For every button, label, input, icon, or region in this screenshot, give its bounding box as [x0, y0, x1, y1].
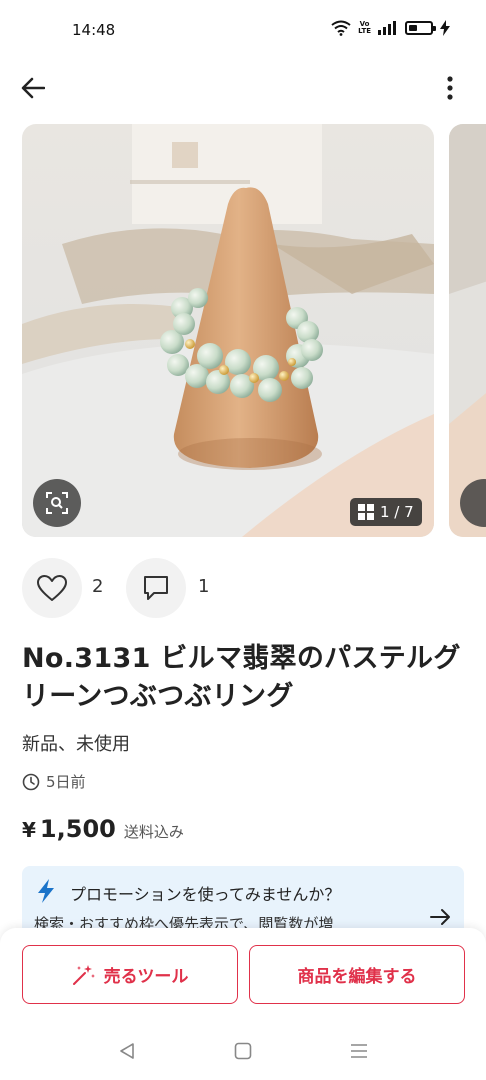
- item-title: No.3131 ビルマ翡翠のパステルグリーンつぶつぶリング: [22, 643, 461, 712]
- more-vertical-icon: [447, 76, 453, 100]
- heart-icon: [37, 575, 67, 601]
- image-search-button[interactable]: [33, 479, 81, 527]
- status-icons: Vo LTE: [331, 20, 450, 36]
- status-time: 14:48: [72, 21, 116, 39]
- sell-tools-label: 売るツール: [103, 967, 189, 987]
- arrow-left-icon: [21, 77, 45, 99]
- price-value: 1,500: [39, 815, 116, 843]
- item-condition: 新品、未使用: [22, 734, 130, 755]
- triangle-back-icon: [120, 1043, 134, 1059]
- grid-icon: [358, 504, 374, 520]
- charging-icon: [440, 20, 450, 36]
- like-button[interactable]: [22, 558, 82, 618]
- image-search-icon: [46, 492, 68, 514]
- more-options-button[interactable]: [432, 70, 468, 106]
- battery-icon: [405, 21, 436, 35]
- product-photo[interactable]: [22, 124, 434, 537]
- like-count: 2: [92, 576, 104, 597]
- photo-counter: 1 / 7: [350, 498, 422, 526]
- sell-tools-button[interactable]: 売るツール: [22, 945, 238, 1004]
- wifi-icon: [331, 20, 351, 36]
- system-menu-button[interactable]: [346, 1038, 372, 1064]
- bolt-icon: [38, 879, 54, 903]
- shipping-label: 送料込み: [123, 823, 184, 841]
- menu-lines-icon: [351, 1044, 367, 1058]
- arrow-right-icon[interactable]: [430, 908, 452, 926]
- system-home-button[interactable]: [230, 1038, 256, 1064]
- comment-count: 1: [198, 576, 210, 597]
- back-button[interactable]: [14, 70, 52, 106]
- price-row: ¥ 1,500 送料込み: [22, 815, 184, 843]
- volte-icon: Vo LTE: [358, 20, 371, 35]
- bottom-action-bar: 売るツール 商品を編集する: [0, 928, 486, 1016]
- square-home-icon: [234, 1042, 252, 1060]
- posted-time-text: 5日前: [46, 773, 86, 791]
- photo-carousel[interactable]: [0, 124, 486, 537]
- system-back-button[interactable]: [114, 1038, 140, 1064]
- posted-time: 5日前: [22, 771, 86, 792]
- promotion-banner[interactable]: プロモーションを使ってみませんか？ 検索・おすすめ枠へ優先表示で、閲覧数が増: [22, 866, 464, 936]
- signal-icon: [378, 21, 396, 35]
- item-actions: 2 1: [22, 558, 322, 618]
- comment-icon: [144, 576, 168, 600]
- sparkle-wand-icon: [72, 964, 95, 985]
- system-navigation-bar: [0, 1016, 486, 1080]
- comment-button[interactable]: [126, 558, 186, 618]
- status-bar: 14:48 Vo LTE: [0, 0, 486, 62]
- next-photo-preview[interactable]: [449, 124, 486, 537]
- clock-icon: [22, 773, 40, 790]
- photo-counter-text: 1 / 7: [380, 503, 414, 521]
- edit-item-button[interactable]: 商品を編集する: [249, 945, 465, 1004]
- top-nav: [0, 62, 486, 114]
- promotion-title: プロモーションを使ってみませんか？: [70, 885, 341, 904]
- price-currency: ¥: [22, 818, 36, 842]
- edit-item-label: 商品を編集する: [297, 967, 417, 987]
